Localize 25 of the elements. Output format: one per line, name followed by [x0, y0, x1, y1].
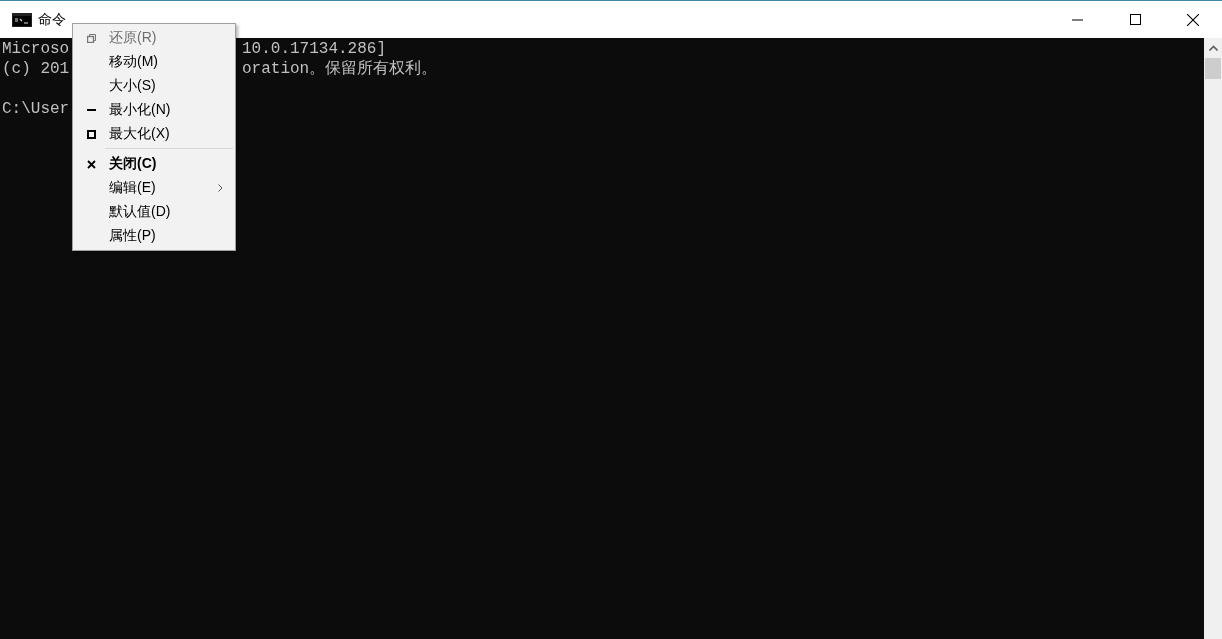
- close-icon: [86, 159, 96, 169]
- menu-item[interactable]: 大小(S): [73, 74, 235, 98]
- menu-item[interactable]: 编辑(E): [73, 176, 235, 200]
- restore-icon: [86, 33, 96, 43]
- maximize-icon: [86, 129, 96, 139]
- menu-item[interactable]: 最大化(X): [73, 122, 235, 146]
- minimize-icon: [86, 109, 96, 111]
- window-title: 命令: [38, 10, 66, 29]
- menu-item[interactable]: 关闭(C): [73, 152, 235, 176]
- chevron-right-icon: [218, 184, 223, 192]
- menu-item[interactable]: 移动(M): [73, 50, 235, 74]
- scroll-thumb[interactable]: [1205, 58, 1221, 79]
- console-text: C:\User: [2, 99, 70, 119]
- menu-item[interactable]: 属性(P): [73, 224, 235, 248]
- minimize-icon: [1071, 18, 1083, 21]
- menu-item[interactable]: 默认值(D): [73, 200, 235, 224]
- maximize-icon: [1129, 14, 1141, 25]
- console-text: 10.0.17134.286]: [242, 39, 387, 59]
- chevron-up-icon: [1208, 45, 1218, 51]
- console-text: oration。保留所有权利。: [242, 59, 438, 79]
- console-text: Microso: [2, 39, 70, 59]
- console-text: (c) 201: [2, 59, 70, 79]
- close-icon: [1187, 13, 1199, 26]
- menu-item[interactable]: 最小化(N): [73, 98, 235, 122]
- terminal-icon: [12, 12, 32, 27]
